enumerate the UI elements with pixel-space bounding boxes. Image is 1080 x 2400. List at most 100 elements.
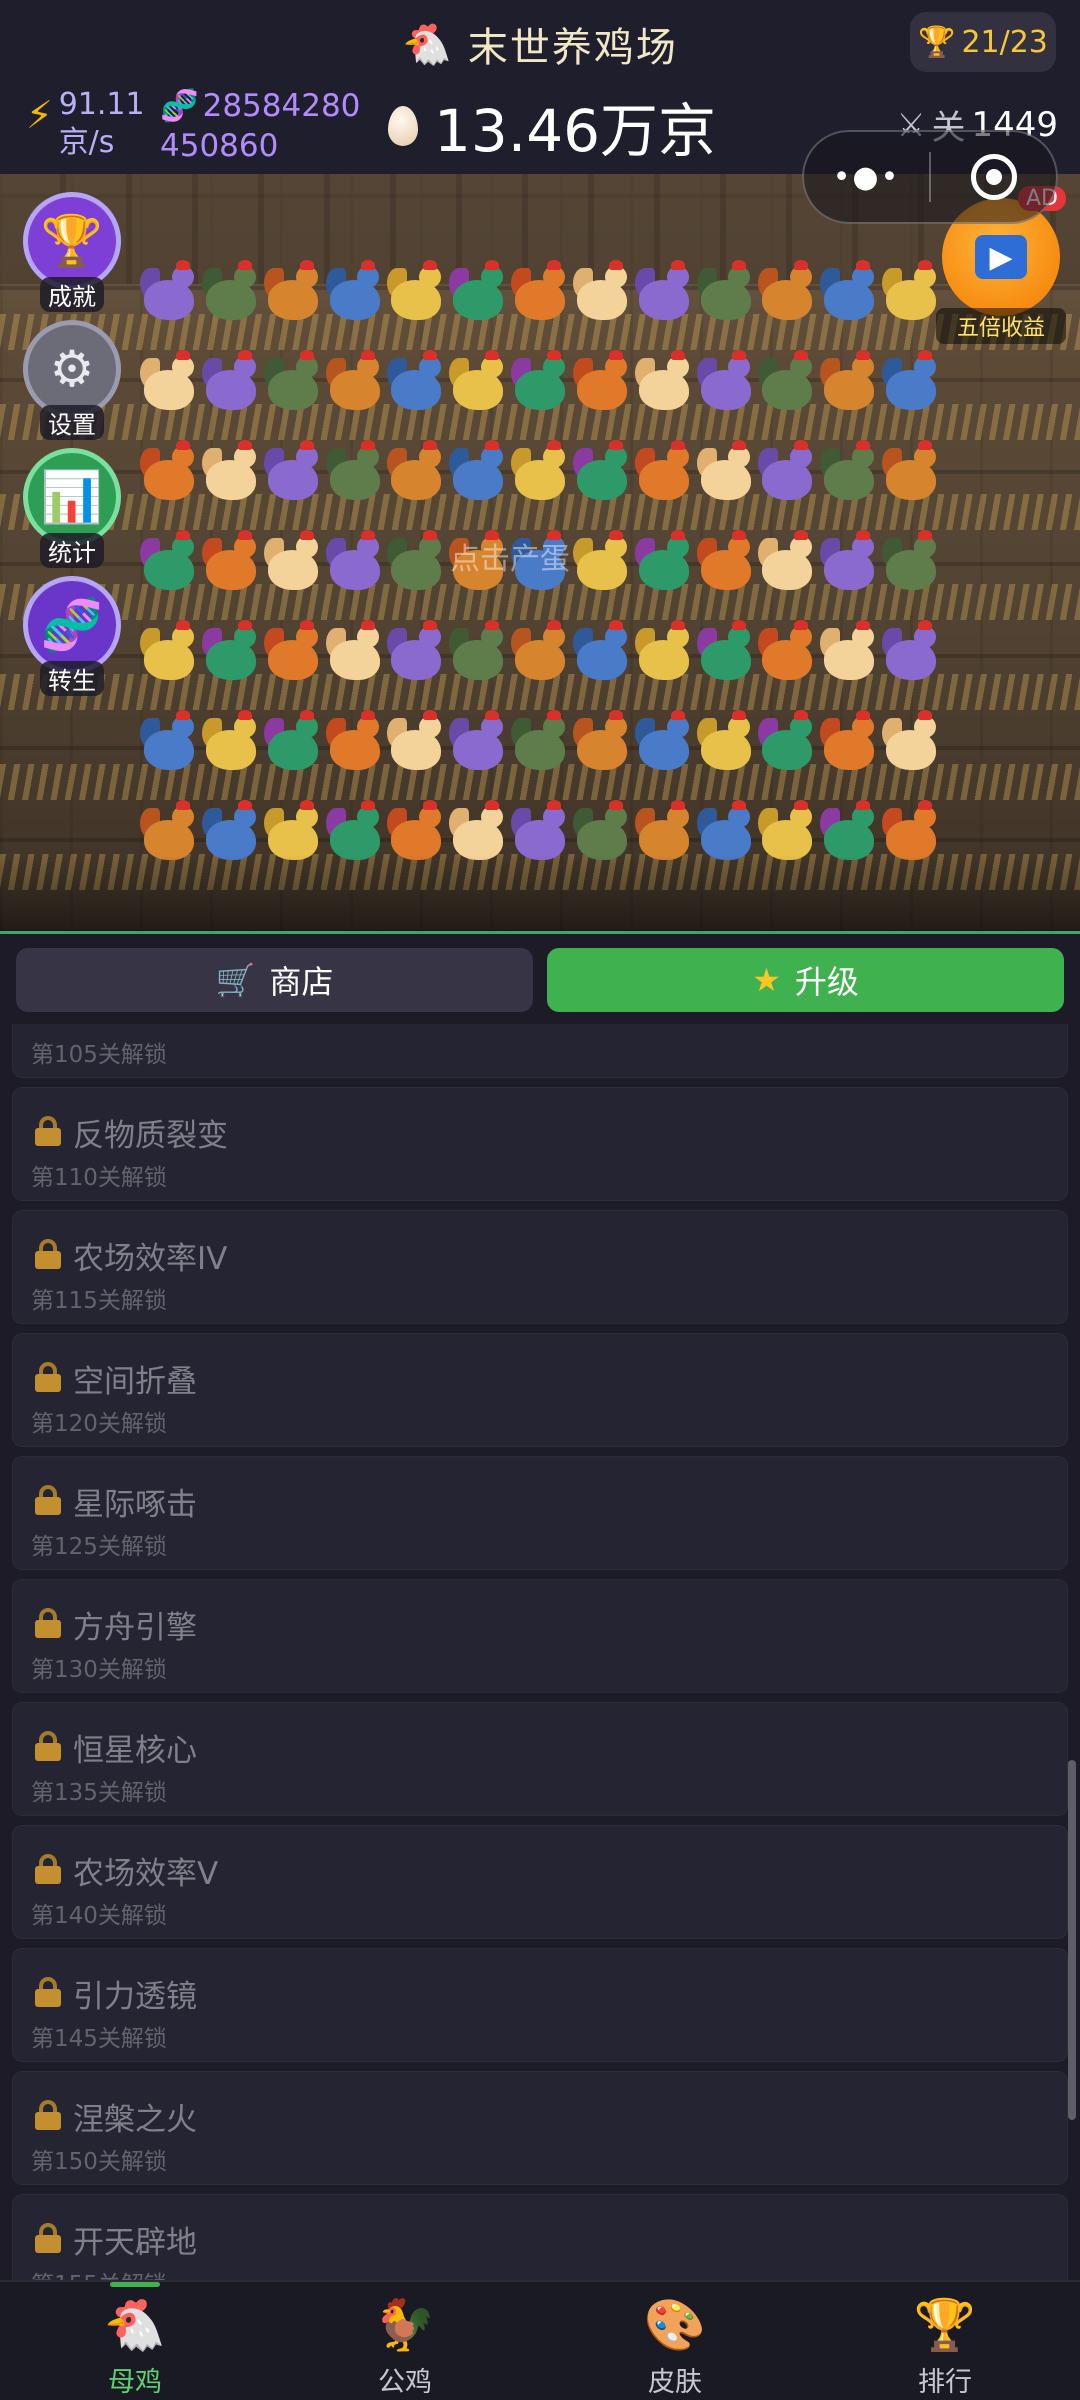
hen-sprite[interactable]	[263, 620, 322, 684]
close-mini-program-button[interactable]	[931, 132, 1056, 222]
hen-sprite[interactable]	[572, 440, 631, 504]
hen-sprite[interactable]	[511, 710, 569, 774]
hen-sprite[interactable]	[325, 710, 384, 774]
hen-sprite[interactable]	[201, 440, 260, 504]
hen-sprite[interactable]	[511, 620, 569, 684]
hen-sprite[interactable]	[634, 350, 693, 414]
trophy-progress-badge[interactable]: 🏆 21/23	[910, 12, 1056, 72]
hen-sprite[interactable]	[140, 350, 198, 414]
hen-sprite[interactable]	[140, 260, 198, 324]
hen-sprite[interactable]	[758, 440, 816, 504]
hen-sprite[interactable]	[634, 620, 693, 684]
hen-sprite[interactable]	[325, 530, 384, 594]
hen-sprite[interactable]	[634, 710, 693, 774]
settings-button[interactable]: ⚙ 设置	[20, 320, 124, 440]
tab-shop[interactable]: 🛒 商店	[16, 948, 533, 1012]
hen-sprite[interactable]	[325, 620, 384, 684]
hen-sprite[interactable]	[820, 620, 878, 684]
list-scrollbar[interactable]	[1068, 1760, 1076, 2120]
statistics-button[interactable]: 📊 统计	[20, 448, 124, 568]
hen-sprite[interactable]	[572, 620, 631, 684]
hen-sprite[interactable]	[882, 620, 940, 684]
hen-sprite[interactable]	[511, 260, 569, 324]
hen-sprite[interactable]	[140, 620, 198, 684]
hen-sprite[interactable]	[449, 440, 507, 504]
hen-sprite[interactable]	[387, 260, 445, 324]
hen-sprite[interactable]	[758, 260, 816, 324]
hen-sprite[interactable]	[201, 620, 260, 684]
upgrade-item[interactable]: 第105关解锁	[12, 1024, 1068, 1078]
upgrade-item[interactable]: 反物质裂变 第110关解锁	[12, 1087, 1068, 1201]
hen-sprite[interactable]	[696, 530, 755, 594]
hen-sprite[interactable]	[820, 530, 878, 594]
hen-sprite[interactable]	[263, 260, 322, 324]
hen-sprite[interactable]	[758, 710, 816, 774]
hen-sprite[interactable]	[820, 350, 878, 414]
nav-roosters[interactable]: 🐓 公鸡	[270, 2282, 540, 2400]
hen-sprite[interactable]	[882, 440, 940, 504]
hen-sprite[interactable]	[140, 440, 198, 504]
nav-hens[interactable]: 🐔 母鸡	[0, 2282, 270, 2400]
hen-sprite[interactable]	[696, 710, 755, 774]
hen-sprite[interactable]	[696, 440, 755, 504]
upgrade-item[interactable]: 恒星核心 第135关解锁	[12, 1702, 1068, 1816]
upgrade-item[interactable]: 星际啄击 第125关解锁	[12, 1456, 1068, 1570]
hen-sprite[interactable]	[758, 530, 816, 594]
upgrade-item[interactable]: 空间折叠 第120关解锁	[12, 1333, 1068, 1447]
hen-sprite[interactable]	[572, 350, 631, 414]
hen-sprite[interactable]	[696, 620, 755, 684]
hen-sprite[interactable]	[696, 350, 755, 414]
upgrade-item[interactable]: 农场效率V 第140关解锁	[12, 1825, 1068, 1939]
hen-sprite[interactable]	[511, 350, 569, 414]
hen-sprite[interactable]	[820, 260, 878, 324]
hen-sprite[interactable]	[449, 350, 507, 414]
hen-sprite[interactable]	[387, 710, 445, 774]
upgrade-list[interactable]: 第105关解锁反物质裂变 第110关解锁 农场效率IV 第115关解锁 空间折叠 第120…	[12, 1024, 1068, 2280]
hen-sprite[interactable]	[325, 260, 384, 324]
upgrade-item[interactable]: 农场效率IV 第115关解锁	[12, 1210, 1068, 1324]
nav-ranking[interactable]: 🏆 排行	[810, 2282, 1080, 2400]
upgrade-item[interactable]: 涅槃之火 第150关解锁	[12, 2071, 1068, 2185]
hen-sprite[interactable]	[325, 440, 384, 504]
upgrade-item[interactable]: 方舟引擎 第130关解锁	[12, 1579, 1068, 1693]
hen-sprite[interactable]	[449, 710, 507, 774]
hen-sprite[interactable]	[140, 530, 198, 594]
hen-sprite[interactable]	[572, 710, 631, 774]
rebirth-button[interactable]: 🧬 转生	[20, 576, 124, 696]
hen-sprite[interactable]	[820, 710, 878, 774]
hen-sprite[interactable]	[572, 260, 631, 324]
hen-sprite[interactable]	[758, 350, 816, 414]
hen-sprite[interactable]	[263, 530, 322, 594]
hen-sprite[interactable]	[511, 440, 569, 504]
hen-sprite[interactable]	[449, 260, 507, 324]
upgrade-item[interactable]: 引力透镜 第145关解锁	[12, 1948, 1068, 2062]
nav-skins[interactable]: 🎨 皮肤	[540, 2282, 810, 2400]
hen-sprite[interactable]	[140, 710, 198, 774]
hen-sprite[interactable]	[882, 710, 940, 774]
upgrade-item[interactable]: 开天辟地第155关解锁	[12, 2194, 1068, 2280]
hen-sprite[interactable]	[882, 530, 940, 594]
farm-scene[interactable]: 点击产蛋	[0, 174, 1080, 934]
hen-sprite[interactable]	[263, 350, 322, 414]
hen-sprite[interactable]	[201, 530, 260, 594]
hen-sprite[interactable]	[696, 260, 755, 324]
hen-sprite[interactable]	[634, 260, 693, 324]
achievements-button[interactable]: 🏆 成就	[20, 192, 124, 312]
hen-sprite[interactable]	[820, 440, 878, 504]
hen-sprite[interactable]	[634, 530, 693, 594]
hen-sprite[interactable]	[387, 350, 445, 414]
hen-sprite[interactable]	[201, 350, 260, 414]
more-menu-button[interactable]: •●•	[804, 132, 929, 222]
hen-sprite[interactable]	[201, 710, 260, 774]
hen-sprite[interactable]	[572, 530, 631, 594]
hen-sprite[interactable]	[387, 440, 445, 504]
hen-sprite[interactable]	[634, 440, 693, 504]
hen-sprite[interactable]	[882, 260, 940, 324]
hen-sprite[interactable]	[263, 710, 322, 774]
hen-sprite[interactable]	[882, 350, 940, 414]
tab-upgrade[interactable]: ★ 升级	[547, 948, 1064, 1012]
hen-sprite[interactable]	[263, 440, 322, 504]
hen-sprite[interactable]	[201, 260, 260, 324]
hen-sprite[interactable]	[325, 350, 384, 414]
hen-sprite[interactable]	[449, 620, 507, 684]
